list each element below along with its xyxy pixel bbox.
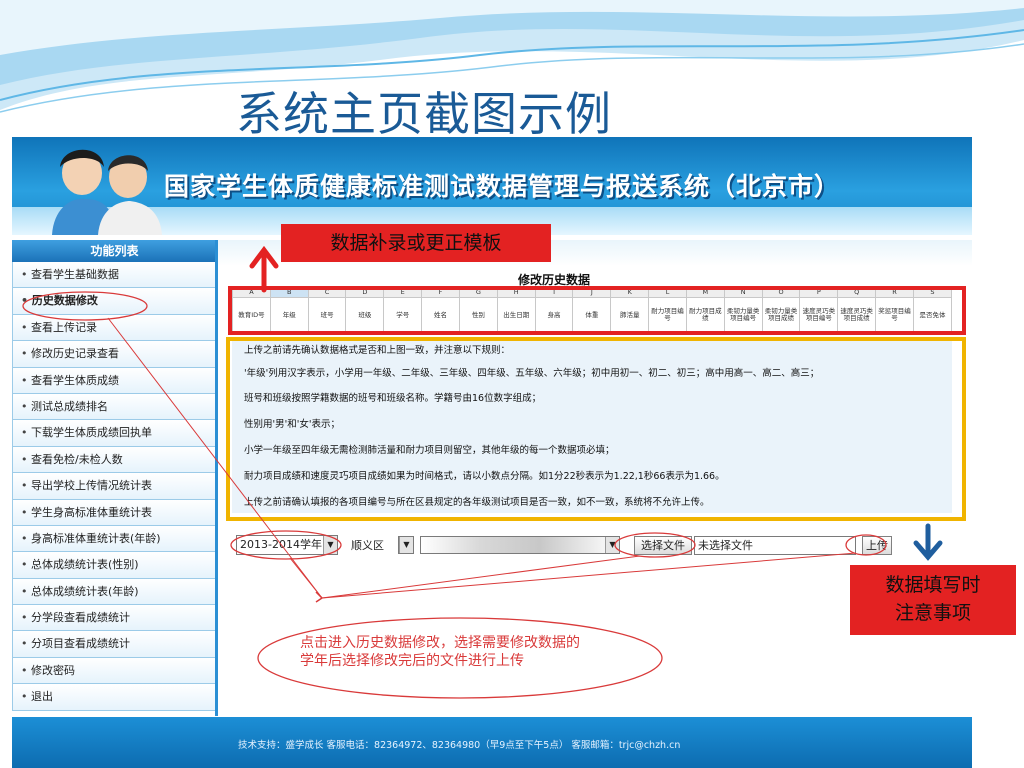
- sidebar-item-fitness-scores[interactable]: 查看学生体质成绩: [12, 367, 217, 394]
- column-letter: L: [648, 287, 687, 298]
- column-letter: C: [307, 287, 347, 298]
- column-header: 年级: [269, 297, 309, 333]
- sidebar-item-total-by-gender[interactable]: 总体成绩统计表(性别): [12, 552, 217, 579]
- footer-bar: 技术支持：盛学成长 客服电话：82364972、82364980（早9点至下午5…: [12, 717, 972, 768]
- footer-text: 技术支持：盛学成长 客服电话：82364972、82364980（早9点至下午5…: [238, 740, 681, 751]
- column-letter: I: [534, 287, 574, 298]
- chevron-down-icon: ▼: [399, 537, 413, 553]
- school-year-value: 2013-2014学年: [240, 538, 322, 551]
- column-header: 学号: [383, 297, 423, 333]
- sidebar-item-height-weight-age[interactable]: 身高标准体重统计表(年龄): [12, 525, 217, 553]
- instruction-line: 学年后选择修改完后的文件进行上传: [300, 653, 524, 669]
- column-letter: G: [458, 287, 498, 298]
- column-letter: Q: [837, 287, 877, 298]
- column-letter: B: [269, 287, 309, 298]
- rule-text: '年级'列用汉字表示，小学用一年级、二年级、三年级、四年级、五年级、六年级；初中…: [244, 368, 820, 379]
- rule-text: 班号和班级按照学籍数据的班号和班级名称。学籍号由16位数字组成；: [244, 393, 542, 404]
- district-label: 顺义区: [351, 539, 384, 552]
- sidebar-item-height-weight-stats[interactable]: 学生身高标准体重统计表: [12, 499, 217, 526]
- sidebar-item-total-ranking[interactable]: 测试总成绩排名: [12, 393, 217, 421]
- column-header: 耐力项目成绩: [685, 297, 725, 333]
- notice-callout-line: 注意事项: [894, 602, 971, 624]
- column-letter: R: [875, 287, 914, 298]
- sidebar-heading: 功能列表: [12, 240, 217, 262]
- sidebar-item-change-password[interactable]: 修改密码: [12, 657, 217, 685]
- sidebar-item-upload-records[interactable]: 查看上传记录: [12, 314, 217, 342]
- column-header: 班号: [307, 297, 347, 333]
- column-letter: A: [232, 287, 271, 298]
- file-name-field: 未选择文件: [694, 536, 856, 555]
- column-letter: M: [685, 287, 725, 298]
- column-header: 柔韧力量类项目编号: [723, 297, 763, 333]
- column-letter: O: [761, 287, 801, 298]
- column-letter: K: [610, 287, 650, 298]
- sidebar-item-history-edit[interactable]: 历史数据修改: [12, 288, 217, 315]
- upload-rules-panel: 上传之前请先确认数据格式是否和上图一致，并注意以下规则： '年级'列用汉字表示，…: [232, 338, 952, 513]
- rule-text: 上传之前请先确认数据格式是否和上图一致，并注意以下规则：: [244, 345, 511, 356]
- chevron-down-icon: ▼: [605, 537, 619, 553]
- column-letter: E: [383, 287, 423, 298]
- column-header: 出生日期: [496, 297, 536, 333]
- column-header: 奖惩项目编号: [875, 297, 914, 333]
- instruction-text: 点击进入历史数据修改，选择需要修改数据的 学年后选择修改完后的文件进行上传: [300, 634, 650, 670]
- rule-text: 小学一年级至四年级无需检测肺活量和耐力项目则留空，其他年级的每一个数据项必填；: [244, 445, 615, 456]
- choose-file-button[interactable]: 选择文件: [634, 536, 692, 555]
- notice-callout-label: 数据填写时 注意事项: [850, 565, 1016, 635]
- sidebar-item-by-project[interactable]: 分项目查看成绩统计: [12, 631, 217, 658]
- column-letter: J: [572, 287, 612, 298]
- upload-button[interactable]: 上传: [862, 536, 892, 555]
- column-header: 性别: [458, 297, 498, 333]
- instruction-line: 点击进入历史数据修改，选择需要修改数据的: [300, 635, 580, 651]
- sidebar-item-by-stage[interactable]: 分学段查看成绩统计: [12, 605, 217, 632]
- column-letter: S: [912, 287, 953, 298]
- column-header: 体重: [572, 297, 612, 333]
- notice-callout-line: 数据填写时: [885, 574, 981, 596]
- column-letter: P: [799, 287, 839, 298]
- app-title: 国家学生体质健康标准测试数据管理与报送系统（北京市）: [164, 172, 841, 201]
- column-letter: N: [723, 287, 763, 298]
- sidebar-item-edit-history-view[interactable]: 修改历史记录查看: [12, 341, 217, 368]
- slide-title: 系统主页截图示例: [236, 87, 612, 141]
- column-header: 耐力项目编号: [648, 297, 687, 333]
- sidebar: 功能列表 查看学生基础数据 历史数据修改 查看上传记录 修改历史记录查看 查看学…: [12, 240, 217, 716]
- column-letter: D: [345, 287, 385, 298]
- chevron-down-icon: ▼: [323, 536, 337, 554]
- column-header: 速度灵巧类项目成绩: [837, 297, 877, 333]
- rule-text: 上传之前请确认填报的各项目编号与所在区县规定的各年级测试项目是否一致，如不一致，…: [244, 497, 710, 508]
- app-header: 国家学生体质健康标准测试数据管理与报送系统（北京市）: [12, 137, 972, 235]
- column-header: 肺活量: [610, 297, 650, 333]
- column-header: 班级: [345, 297, 385, 333]
- rule-text: 性别用'男'和'女'表示；: [244, 419, 340, 430]
- column-header: 姓名: [421, 297, 460, 333]
- sidebar-item-download-receipt[interactable]: 下载学生体质成绩回执单: [12, 420, 217, 447]
- template-columns-table: A B C D E F G H I J K L M N O P Q R S 教育…: [232, 287, 953, 333]
- sidebar-item-export-upload-stats[interactable]: 导出学校上传情况统计表: [12, 473, 217, 500]
- sidebar-item-logout[interactable]: 退出: [12, 684, 217, 711]
- column-header: 身高: [534, 297, 574, 333]
- column-letter: H: [496, 287, 536, 298]
- district-select[interactable]: ▼: [398, 536, 414, 554]
- column-header: 是否免体: [912, 297, 953, 333]
- column-header: 速度灵巧类项目编号: [799, 297, 839, 333]
- template-callout-label: 数据补录或更正模板: [281, 224, 551, 262]
- sidebar-item-student-basic-data[interactable]: 查看学生基础数据: [12, 262, 217, 289]
- column-letter: F: [421, 287, 460, 298]
- rule-text: 耐力项目成绩和速度灵巧项目成绩如果为时间格式，请以小数点分隔。如1分22秒表示为…: [244, 471, 725, 482]
- sidebar-item-exempt-count[interactable]: 查看免检/未检人数: [12, 446, 217, 474]
- column-header: 教育ID号: [232, 297, 271, 333]
- school-year-select[interactable]: 2013-2014学年 ▼: [236, 535, 338, 555]
- students-photo-icon: [52, 149, 162, 235]
- page-heading: 修改历史数据: [518, 273, 591, 287]
- column-header: 柔韧力量类项目成绩: [761, 297, 801, 333]
- school-select[interactable]: ▼: [420, 536, 620, 554]
- sidebar-item-total-by-age[interactable]: 总体成绩统计表(年龄): [12, 578, 217, 606]
